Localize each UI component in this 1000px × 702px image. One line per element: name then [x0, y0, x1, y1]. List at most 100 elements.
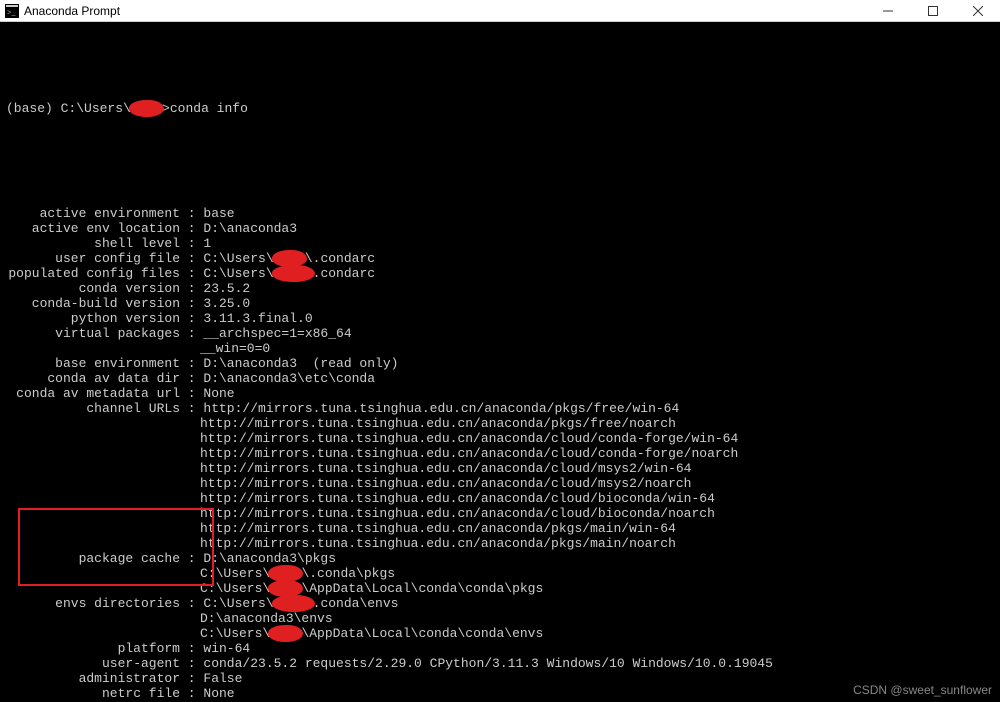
info-value: D:\anaconda3 (read only): [203, 356, 398, 371]
separator: :: [180, 281, 203, 296]
info-value: 23.5.2: [203, 281, 250, 296]
info-value: http://mirrors.tuna.tsinghua.edu.cn/anac…: [200, 461, 691, 476]
info-value-prefix: C:\Users\: [203, 266, 273, 281]
info-label: conda av data dir: [6, 371, 180, 386]
separator: :: [180, 551, 203, 566]
info-value: http://mirrors.tuna.tsinghua.edu.cn/anac…: [203, 401, 679, 416]
separator: :: [180, 686, 203, 701]
info-row-cont: http://mirrors.tuna.tsinghua.edu.cn/anac…: [6, 446, 994, 461]
info-value: False: [203, 671, 242, 686]
info-label: base environment: [6, 356, 180, 371]
info-value: D:\anaconda3\pkgs: [203, 551, 336, 566]
terminal-output[interactable]: (base) C:\Users\ >conda info active envi…: [0, 22, 1000, 702]
info-row-cont: C:\Users\ \AppData\Local\conda\conda\pkg…: [6, 581, 994, 596]
titlebar[interactable]: >_ Anaconda Prompt: [0, 0, 1000, 22]
info-row-cont: D:\anaconda3\envs: [6, 611, 994, 626]
info-value-suffix: \.condarc: [305, 251, 375, 266]
separator: :: [180, 206, 203, 221]
separator: :: [180, 356, 203, 371]
info-value: None: [203, 386, 234, 401]
separator: :: [180, 266, 203, 281]
info-row-cont: C:\Users\ \AppData\Local\conda\conda\env…: [6, 626, 994, 641]
info-value: D:\anaconda3: [203, 221, 297, 236]
info-row: conda-build version : 3.25.0: [6, 296, 994, 311]
info-row: channel URLs : http://mirrors.tuna.tsing…: [6, 401, 994, 416]
info-row: netrc file : None: [6, 686, 994, 701]
info-label: user-agent: [6, 656, 180, 671]
info-row: conda av metadata url : None: [6, 386, 994, 401]
separator: :: [180, 311, 203, 326]
info-value-suffix: \AppData\Local\conda\conda\envs: [301, 626, 543, 641]
info-row: conda version : 23.5.2: [6, 281, 994, 296]
info-row: conda av data dir : D:\anaconda3\etc\con…: [6, 371, 994, 386]
info-row: active environment : base: [6, 206, 994, 221]
close-button[interactable]: [955, 0, 1000, 21]
blank-line: [6, 56, 994, 71]
info-label: channel URLs: [6, 401, 180, 416]
info-value: 1: [203, 236, 211, 251]
prompt-env: (base): [6, 101, 53, 116]
info-value: win-64: [203, 641, 250, 656]
info-row: package cache : D:\anaconda3\pkgs: [6, 551, 994, 566]
info-value: http://mirrors.tuna.tsinghua.edu.cn/anac…: [200, 536, 676, 551]
redacted-text: [274, 251, 305, 266]
separator: :: [180, 641, 203, 656]
app-icon: >_: [4, 3, 20, 19]
info-row-cont: __win=0=0: [6, 341, 994, 356]
prompt-path-prefix: C:\Users\: [53, 101, 131, 116]
info-label: package cache: [6, 551, 180, 566]
info-row-cont: http://mirrors.tuna.tsinghua.edu.cn/anac…: [6, 491, 994, 506]
info-row-cont: http://mirrors.tuna.tsinghua.edu.cn/anac…: [6, 461, 994, 476]
info-value: http://mirrors.tuna.tsinghua.edu.cn/anac…: [200, 476, 691, 491]
info-label: platform: [6, 641, 180, 656]
blank-line: [6, 146, 994, 161]
info-value: http://mirrors.tuna.tsinghua.edu.cn/anac…: [200, 416, 676, 431]
info-label: conda version: [6, 281, 180, 296]
info-label: conda-build version: [6, 296, 180, 311]
redacted-text: [270, 581, 301, 596]
info-value-prefix: C:\Users\: [200, 566, 270, 581]
info-label: administrator: [6, 671, 180, 686]
info-label: netrc file: [6, 686, 180, 701]
prompt-line: (base) C:\Users\ >conda info: [6, 101, 994, 116]
info-label: user config file: [6, 251, 180, 266]
info-row-cont: http://mirrors.tuna.tsinghua.edu.cn/anac…: [6, 521, 994, 536]
window-controls: [865, 0, 1000, 21]
redacted-text: [274, 596, 313, 611]
watermark: CSDN @sweet_sunflower: [853, 683, 992, 698]
info-value: D:\anaconda3\envs: [200, 611, 333, 626]
info-value: 3.25.0: [203, 296, 250, 311]
info-value: http://mirrors.tuna.tsinghua.edu.cn/anac…: [200, 491, 715, 506]
info-row: platform : win-64: [6, 641, 994, 656]
info-row: base environment : D:\anaconda3 (read on…: [6, 356, 994, 371]
info-row: python version : 3.11.3.final.0: [6, 311, 994, 326]
info-value-suffix: \AppData\Local\conda\conda\pkgs: [301, 581, 543, 596]
info-row-cont: http://mirrors.tuna.tsinghua.edu.cn/anac…: [6, 536, 994, 551]
info-row-cont: http://mirrors.tuna.tsinghua.edu.cn/anac…: [6, 476, 994, 491]
info-row: shell level : 1: [6, 236, 994, 251]
separator: :: [180, 401, 203, 416]
info-row-cont: http://mirrors.tuna.tsinghua.edu.cn/anac…: [6, 431, 994, 446]
info-value: http://mirrors.tuna.tsinghua.edu.cn/anac…: [200, 506, 715, 521]
info-value: http://mirrors.tuna.tsinghua.edu.cn/anac…: [200, 521, 676, 536]
info-value: http://mirrors.tuna.tsinghua.edu.cn/anac…: [200, 446, 738, 461]
maximize-button[interactable]: [910, 0, 955, 21]
separator: :: [180, 596, 203, 611]
window-title: Anaconda Prompt: [24, 4, 865, 18]
info-value-suffix: .condarc: [313, 266, 375, 281]
info-row: active env location : D:\anaconda3: [6, 221, 994, 236]
info-row: populated config files : C:\Users\ .cond…: [6, 266, 994, 281]
command: conda info: [170, 101, 248, 116]
info-row-cont: C:\Users\ \.conda\pkgs: [6, 566, 994, 581]
info-row-cont: http://mirrors.tuna.tsinghua.edu.cn/anac…: [6, 506, 994, 521]
info-value-prefix: C:\Users\: [203, 596, 273, 611]
minimize-button[interactable]: [865, 0, 910, 21]
info-row: user-agent : conda/23.5.2 requests/2.29.…: [6, 656, 994, 671]
separator: :: [180, 656, 203, 671]
info-label: populated config files: [6, 266, 180, 281]
info-value: None: [203, 686, 234, 701]
redacted-text: [270, 626, 301, 641]
info-label: shell level: [6, 236, 180, 251]
separator: :: [180, 251, 203, 266]
redacted-text: [274, 266, 313, 281]
